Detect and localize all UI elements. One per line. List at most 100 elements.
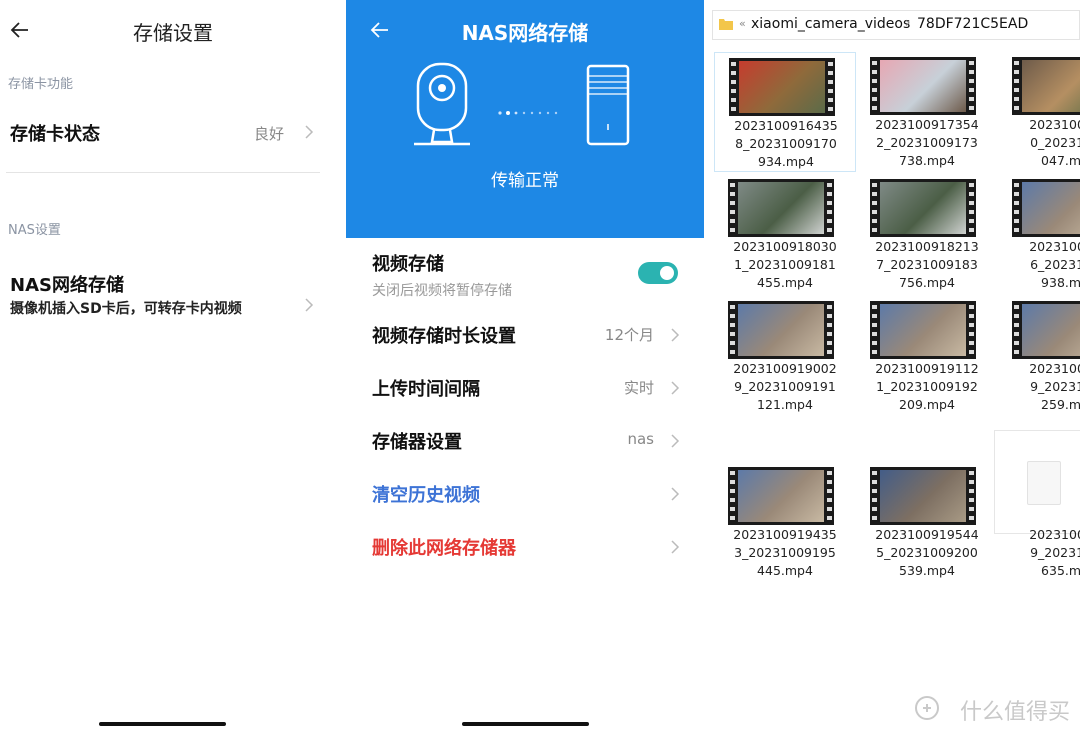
file-item[interactable]: 2023100919112 1_20231009192 209.mp4	[856, 296, 998, 416]
film-perforation	[730, 516, 735, 520]
file-name-line: 445.mp4	[757, 563, 813, 578]
film-perforation	[872, 350, 877, 354]
page-title: NAS网络存储	[461, 21, 589, 45]
file-item[interactable]: 2023100917 0_20231009 047.mp4	[998, 52, 1080, 172]
breadcrumb-item[interactable]: xiaomi_camera_videos	[751, 16, 910, 32]
film-perforation	[969, 498, 974, 502]
film-perforation	[969, 97, 974, 101]
file-name-line: 7_20231009183	[876, 257, 978, 272]
film-perforation	[730, 201, 735, 205]
film-perforation	[730, 332, 735, 336]
film-perforation	[827, 489, 832, 493]
file-name: 2023100916435 8_20231009170 934.mp4	[715, 117, 857, 171]
video-thumbnail	[728, 467, 834, 525]
file-name: 2023100918 6_20231009 938.mp4	[998, 238, 1080, 292]
nas-status-header: NAS网络存储 传输正常	[346, 0, 704, 238]
chevron-right-icon	[305, 125, 314, 139]
delete-storage-row[interactable]: 删除此网络存储器	[372, 534, 682, 564]
chevron-right-icon	[305, 298, 314, 312]
file-name-line: 635.mp4	[1041, 563, 1080, 578]
duration-value: 12个月	[604, 326, 654, 344]
file-name: 2023100919002 9_20231009191 121.mp4	[714, 360, 856, 414]
film-perforation	[828, 89, 833, 93]
file-name-line: 455.mp4	[757, 275, 813, 290]
film-perforation	[969, 210, 974, 214]
file-item[interactable]: 2023100919002 9_20231009191 121.mp4	[714, 296, 856, 416]
film-perforation	[969, 489, 974, 493]
film-perforation	[1014, 106, 1019, 110]
film-perforation	[969, 480, 974, 484]
film-perforation	[827, 516, 832, 520]
file-item[interactable]: 2023100918 6_20231009 938.mp4	[998, 174, 1080, 294]
film-perforation	[730, 219, 735, 223]
upload-interval-value: 实时	[623, 379, 654, 397]
video-thumbnail	[870, 301, 976, 359]
film-perforation	[827, 341, 832, 345]
card-status-row[interactable]: 存储卡状态 良好	[0, 104, 330, 160]
nas-device-icon	[586, 64, 630, 146]
film-perforation	[730, 480, 735, 484]
breadcrumb-chevron-icon: ›	[905, 15, 911, 31]
storage-device-row[interactable]: 存储器设置 nas	[372, 428, 682, 458]
video-frame	[738, 470, 824, 522]
film-perforation	[969, 332, 974, 336]
breadcrumb-item[interactable]: 78DF721C5EAD	[917, 16, 1028, 32]
film-perforation	[828, 80, 833, 84]
file-item[interactable]: 2023100918213 7_20231009183 756.mp4	[856, 174, 998, 294]
file-name-line: 2023100919435	[733, 527, 837, 542]
clear-history-row[interactable]: 清空历史视频	[372, 481, 682, 511]
file-item[interactable]: 2023100919435 3_20231009195 445.mp4	[714, 462, 856, 582]
film-perforation	[1014, 183, 1019, 187]
film-perforation	[969, 70, 974, 74]
file-item[interactable]: 2023100918030 1_20231009181 455.mp4	[714, 174, 856, 294]
file-explorer-panel: « xiaomi_camera_videos › 78DF721C5EAD 20…	[704, 0, 1080, 736]
film-perforation	[1014, 228, 1019, 232]
file-name: 2023100918030 1_20231009181 455.mp4	[714, 238, 856, 292]
film-perforation	[730, 489, 735, 493]
video-thumbnail	[870, 467, 976, 525]
film-perforation	[730, 507, 735, 511]
file-item[interactable]: 2023100919 9_20231009 259.mp4	[998, 296, 1080, 416]
video-storage-row: 视频存储 关闭后视频将暂停存储	[372, 250, 682, 300]
file-item[interactable]: 2023100916435 8_20231009170 934.mp4	[714, 52, 856, 172]
film-perforation	[969, 228, 974, 232]
film-perforation	[730, 210, 735, 214]
file-name: 2023100919112 1_20231009192 209.mp4	[856, 360, 998, 414]
film-perforation	[1014, 70, 1019, 74]
video-thumbnail	[870, 57, 976, 115]
film-perforation	[730, 323, 735, 327]
film-perforation	[731, 71, 736, 75]
file-item[interactable]: 2023100917354 2_20231009173 738.mp4	[856, 52, 998, 172]
film-perforation	[1014, 61, 1019, 65]
chevron-right-icon	[671, 328, 680, 342]
video-thumbnail	[729, 58, 835, 116]
film-perforation	[872, 305, 877, 309]
generic-file-icon	[994, 430, 1080, 534]
clear-history-label: 清空历史视频	[372, 485, 480, 506]
file-name-line: 8_20231009170	[735, 136, 837, 151]
file-name-line: 209.mp4	[899, 397, 955, 412]
file-name-line: 9_20231009	[1030, 379, 1080, 394]
file-name-line: 5_20231009200	[876, 545, 978, 560]
file-name-line: 9_20231009191	[734, 379, 836, 394]
video-thumbnail	[728, 301, 834, 359]
duration-setting-row[interactable]: 视频存储时长设置 12个月	[372, 322, 682, 352]
file-name: 2023100919435 3_20231009195 445.mp4	[714, 526, 856, 580]
file-item[interactable]: 2023100920 9_20231009 635.mp4	[994, 430, 1080, 582]
film-perforation	[1014, 192, 1019, 196]
upload-interval-row[interactable]: 上传时间间隔 实时	[372, 375, 682, 405]
film-perforation	[969, 341, 974, 345]
film-perforation	[969, 323, 974, 327]
video-storage-toggle[interactable]	[638, 262, 678, 284]
transfer-status: 传输正常	[491, 171, 559, 191]
file-item[interactable]: 2023100919544 5_20231009200 539.mp4	[856, 462, 998, 582]
address-bar[interactable]: « xiaomi_camera_videos › 78DF721C5EAD	[712, 10, 1080, 40]
watermark-text: 什么值得买	[959, 700, 1070, 725]
toggle-knob	[660, 266, 674, 280]
home-indicator	[99, 722, 226, 726]
film-perforation	[1014, 210, 1019, 214]
breadcrumb-separator-icon: «	[739, 17, 746, 30]
file-name: 2023100918213 7_20231009183 756.mp4	[856, 238, 998, 292]
chevron-right-icon	[671, 487, 680, 501]
file-name-line: 121.mp4	[757, 397, 813, 412]
